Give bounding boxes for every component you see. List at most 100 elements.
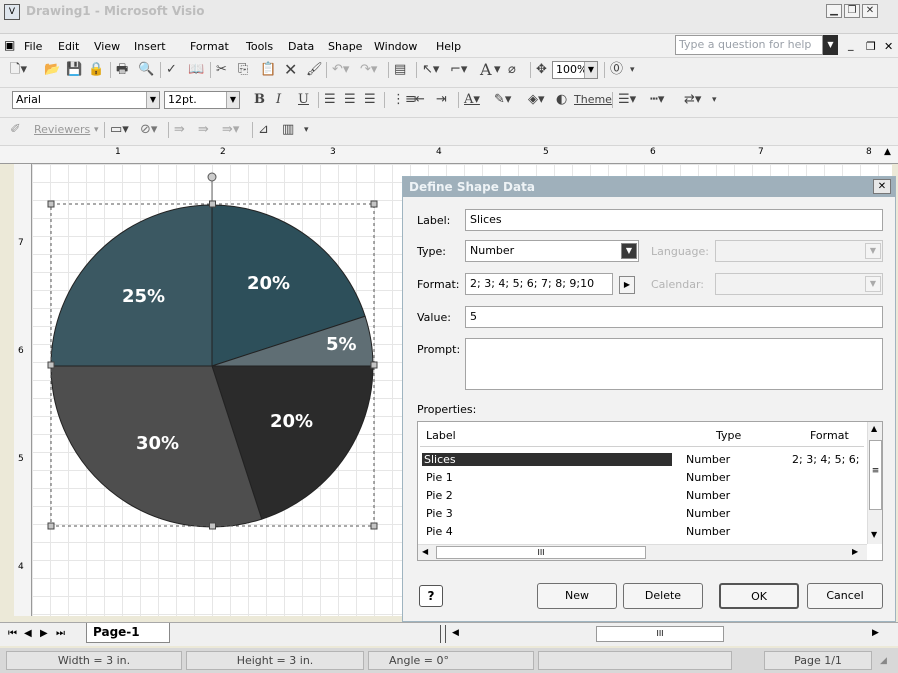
format-painter-icon[interactable]: 🖌 bbox=[306, 62, 323, 78]
align-left-icon[interactable]: ☰ bbox=[324, 92, 336, 108]
last-page-icon[interactable]: ⏭ bbox=[56, 628, 65, 639]
review-toolbar-options-icon[interactable]: ▾ bbox=[304, 122, 309, 138]
toolbar-options-icon[interactable]: ▾ bbox=[630, 62, 635, 78]
property-row[interactable]: Slices Number 2; 3; 4; 5; 6; bbox=[422, 452, 867, 467]
selection-handle[interactable] bbox=[370, 522, 378, 530]
font-color-icon[interactable]: A▾ bbox=[464, 92, 480, 108]
copy-icon[interactable]: ⎘ bbox=[238, 62, 248, 78]
previous-page-icon[interactable]: ◀ bbox=[24, 628, 32, 639]
type-dropdown-icon[interactable]: ▼ bbox=[621, 243, 637, 259]
visio-app-icon[interactable]: V bbox=[4, 4, 20, 20]
menu-tools[interactable]: Tools bbox=[246, 40, 273, 53]
format-input[interactable]: 2; 3; 4; 5; 6; 7; 8; 9;10 bbox=[465, 273, 613, 295]
hscroll-thumb[interactable]: III bbox=[436, 546, 646, 559]
track-markup-icon[interactable]: ✐ bbox=[10, 122, 21, 138]
menu-insert[interactable]: Insert bbox=[134, 40, 166, 53]
menu-window[interactable]: Window bbox=[374, 40, 417, 53]
accept-markup-icon[interactable]: ⇛▾ bbox=[222, 122, 239, 138]
selection-handle[interactable] bbox=[47, 522, 55, 530]
stamp-tool-icon[interactable]: ⌀ bbox=[508, 62, 516, 78]
scroll-right-icon[interactable]: ▶ bbox=[852, 547, 858, 556]
theme-button[interactable]: Theme bbox=[574, 92, 612, 108]
properties-vscrollbar[interactable]: ▲ ≡ ▼ bbox=[867, 422, 882, 544]
first-page-icon[interactable]: ⏮ bbox=[8, 628, 17, 639]
align-right-icon[interactable]: ☰ bbox=[364, 92, 376, 108]
properties-list[interactable]: Label Type Format Slices Number 2; 3; 4;… bbox=[417, 421, 883, 561]
open-icon[interactable]: 📂 bbox=[44, 62, 60, 78]
pointer-tool-icon[interactable]: ↖▾ bbox=[422, 62, 439, 78]
bullets-icon[interactable]: ⋮≡ bbox=[392, 92, 416, 108]
close-icon[interactable]: ✕ bbox=[862, 4, 878, 18]
reviewers-dropdown-icon[interactable]: ▾ bbox=[94, 122, 99, 138]
reviewing-pane-icon[interactable]: ⊿ bbox=[258, 122, 269, 138]
undo-icon[interactable]: ↶▾ bbox=[332, 62, 349, 78]
menu-help[interactable]: Help bbox=[436, 40, 461, 53]
canvas-hscroll-thumb[interactable]: III bbox=[596, 626, 724, 642]
cut-icon[interactable]: ✂ bbox=[216, 62, 227, 78]
selection-handle[interactable] bbox=[209, 522, 216, 530]
save-icon[interactable]: 💾 bbox=[66, 62, 82, 78]
line-pattern-icon[interactable]: ┅▾ bbox=[650, 92, 664, 108]
paste-icon[interactable]: 📋 bbox=[260, 62, 276, 78]
vscroll-thumb[interactable]: ≡ bbox=[869, 440, 882, 510]
rotation-handle[interactable] bbox=[207, 172, 217, 182]
type-select[interactable]: Number bbox=[465, 240, 639, 262]
previous-markup-icon[interactable]: ⇛ bbox=[174, 122, 185, 138]
spelling-icon[interactable]: ✓ bbox=[166, 62, 177, 78]
print-preview-icon[interactable]: 🔍 bbox=[138, 62, 154, 78]
hscroll-right-icon[interactable]: ▶ bbox=[872, 628, 879, 638]
help-dropdown-icon[interactable]: ▼ bbox=[823, 35, 838, 55]
menu-data[interactable]: Data bbox=[288, 40, 314, 53]
property-row[interactable]: Pie 4 Number bbox=[422, 524, 867, 539]
doc-restore-icon[interactable]: ❐ bbox=[866, 40, 876, 53]
menu-edit[interactable]: Edit bbox=[58, 40, 79, 53]
tab-split-handle[interactable] bbox=[440, 625, 446, 643]
prompt-textarea[interactable] bbox=[465, 338, 883, 390]
help-icon[interactable]: ? bbox=[419, 585, 443, 607]
new-button[interactable]: New bbox=[537, 583, 617, 609]
document-menu-icon[interactable]: ▣ bbox=[4, 38, 15, 52]
font-combo[interactable]: Arial ▼ bbox=[12, 91, 160, 109]
research-icon[interactable]: 📖 bbox=[188, 62, 204, 78]
new-icon[interactable]: 🗋▾ bbox=[10, 62, 27, 78]
doc-close-icon[interactable]: ✕ bbox=[884, 40, 893, 53]
text-tool-dropdown-icon[interactable]: ▾ bbox=[494, 62, 501, 78]
text-tool-icon[interactable]: A bbox=[480, 62, 492, 78]
theme-icon[interactable]: ◐ bbox=[556, 92, 567, 108]
italic-button[interactable]: I bbox=[276, 92, 281, 108]
ok-button[interactable]: OK bbox=[719, 583, 799, 609]
next-page-icon[interactable]: ▶ bbox=[40, 628, 48, 639]
format-picker-icon[interactable]: ▶ bbox=[619, 276, 635, 294]
help-search-input[interactable]: Type a question for help bbox=[675, 35, 823, 55]
menu-view[interactable]: View bbox=[94, 40, 120, 53]
value-input[interactable]: 5 bbox=[465, 306, 883, 328]
increase-indent-icon[interactable]: ⇥ bbox=[436, 92, 447, 108]
print-icon[interactable]: 🖶 bbox=[116, 62, 128, 78]
minimize-icon[interactable]: ▁ bbox=[826, 4, 842, 18]
zoom-combo[interactable]: 100% ▼ bbox=[552, 61, 598, 79]
column-header-format[interactable]: Format bbox=[810, 429, 849, 442]
scroll-left-icon[interactable]: ◀ bbox=[422, 547, 428, 556]
properties-hscrollbar[interactable]: ◀ III ▶ bbox=[418, 544, 867, 560]
delete-markup-icon[interactable]: ⊘▾ bbox=[140, 122, 157, 138]
line-color-icon[interactable]: ✎▾ bbox=[494, 92, 511, 108]
font-size-combo[interactable]: 12pt. ▼ bbox=[164, 91, 240, 109]
cancel-button[interactable]: Cancel bbox=[807, 583, 883, 609]
help-icon[interactable]: ⓪ bbox=[610, 62, 623, 78]
format-toolbar-options-icon[interactable]: ▾ bbox=[712, 92, 717, 108]
redo-icon[interactable]: ↷▾ bbox=[360, 62, 377, 78]
doc-minimize-icon[interactable]: _ bbox=[848, 38, 854, 51]
property-row[interactable]: Pie 3 Number bbox=[422, 506, 867, 521]
scroll-up-icon[interactable]: ▲ bbox=[884, 147, 891, 157]
scroll-up-icon[interactable]: ▲ bbox=[871, 424, 877, 433]
selection-handle[interactable] bbox=[370, 361, 378, 369]
fill-color-icon[interactable]: ◈▾ bbox=[528, 92, 545, 108]
reviewers-button[interactable]: Reviewers bbox=[34, 122, 90, 138]
hscroll-left-icon[interactable]: ◀ bbox=[452, 628, 459, 638]
delete-button[interactable]: Delete bbox=[623, 583, 703, 609]
font-size-dropdown-icon[interactable]: ▼ bbox=[226, 92, 239, 108]
restore-icon[interactable]: ❐ bbox=[844, 4, 860, 18]
column-header-label[interactable]: Label bbox=[426, 429, 456, 442]
resize-grip-icon[interactable]: ◢ bbox=[880, 656, 887, 666]
delete-icon[interactable]: ✕ bbox=[284, 62, 297, 78]
